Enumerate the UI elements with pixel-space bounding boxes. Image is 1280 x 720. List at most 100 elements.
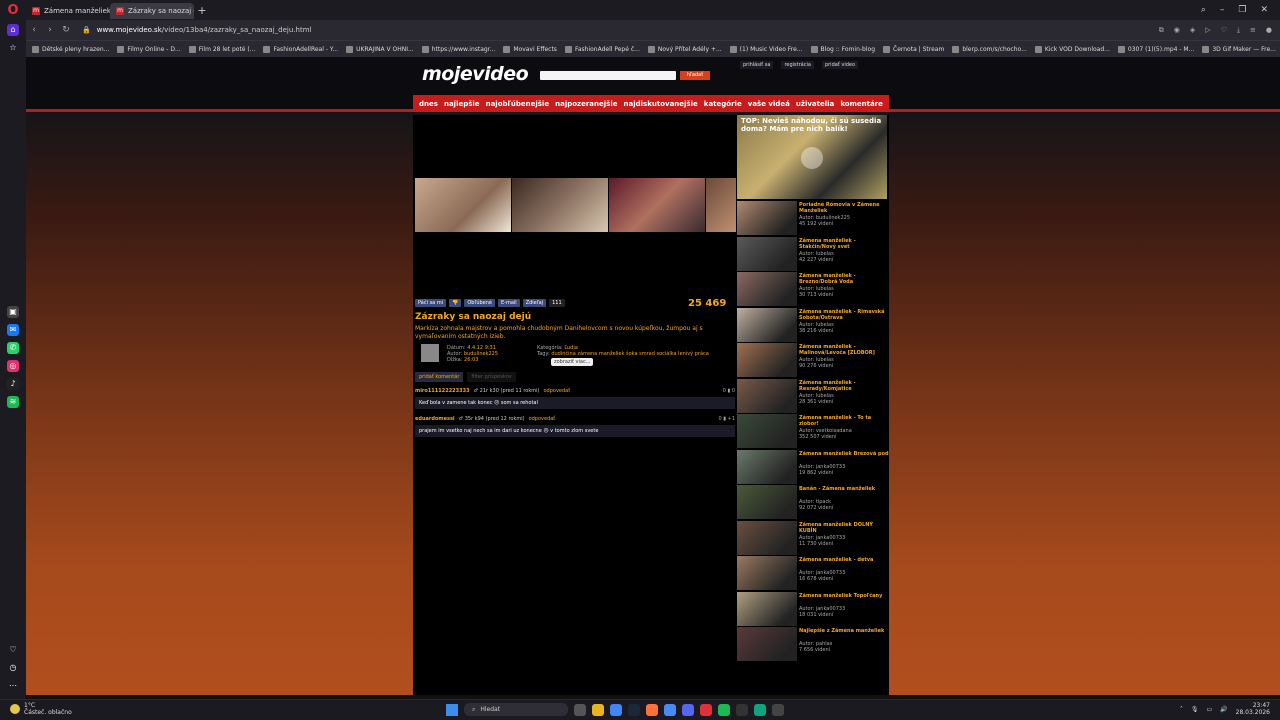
heart-icon[interactable]: ♡ (7, 644, 19, 656)
chrome-icon[interactable] (610, 703, 622, 716)
filter-comments-tab[interactable]: filter príspevkov (467, 372, 516, 382)
email-button[interactable]: E-mail (498, 299, 520, 307)
search-icon[interactable]: ⌕ (1201, 5, 1206, 15)
whatsapp-icon[interactable]: ✆ (7, 342, 19, 354)
messenger-icon[interactable]: ✉ (7, 324, 19, 336)
related-thumbnail[interactable] (737, 520, 797, 555)
opera-logo-icon[interactable]: O (0, 0, 26, 20)
bookmark-item[interactable]: Filmy Online - D... (117, 45, 181, 53)
avatar[interactable] (421, 344, 439, 362)
related-video[interactable]: Banán - Zámena manželiek Autor: tipack 92 … (737, 485, 889, 519)
bookmark-item[interactable]: Blog :: Fomin-blog (810, 45, 875, 53)
related-thumbnail[interactable] (737, 236, 797, 271)
related-title[interactable]: Zámena manželiek - Malinová/Levoča [ZLOB… (799, 344, 889, 356)
related-thumbnail[interactable] (737, 272, 797, 306)
more-icon[interactable]: ⋯ (7, 680, 19, 692)
firefox-icon[interactable] (646, 703, 658, 716)
volume-icon[interactable]: 🔊 (1220, 706, 1227, 713)
history-icon[interactable]: ◷ (7, 662, 19, 674)
related-title[interactable]: Zámena manželiek - Rimavská Sobota/Ostra… (799, 309, 889, 321)
nav-your-videos[interactable]: vaše videá (748, 100, 790, 108)
play-icon[interactable]: ▷ (1205, 26, 1210, 35)
related-thumbnail[interactable] (737, 343, 797, 377)
related-title[interactable]: Zámena manželiek - Resrady/Komjatice (799, 380, 889, 392)
bookmark-item[interactable]: (1) Music Video Fre... (729, 45, 803, 53)
bookmark-item[interactable]: FashionAdell Pepé č... (564, 45, 640, 53)
related-title[interactable]: Najlepšie z Zámena manželiek (799, 628, 889, 634)
related-title[interactable]: Zámena manželiek - Brezno/Dobrá Voda (799, 273, 889, 285)
related-video[interactable]: Zámena manželiek - Rimavská Sobota/Ostra… (737, 307, 889, 342)
dislike-button[interactable]: 👎 (449, 299, 462, 307)
nav-most-viewed[interactable]: najpozeranejšie (555, 100, 617, 108)
search-button[interactable]: hľadať (680, 71, 710, 80)
related-thumbnail[interactable] (737, 485, 797, 519)
related-video[interactable]: Zámena manželiek - detva Autor: janka0073… (737, 556, 889, 590)
related-title[interactable]: Zámena manželiek Topoľčany (799, 593, 889, 599)
bookmark-item[interactable]: Movavi Effects (503, 45, 557, 53)
spotify-icon[interactable] (718, 703, 730, 716)
screenshot-icon[interactable]: ⧉ (1159, 26, 1164, 35)
menu-icon[interactable]: ≡ (1250, 26, 1256, 35)
related-thumbnail[interactable] (737, 556, 797, 590)
tags-links[interactable]: dudinčina zámena manželiek šoka smrad so… (551, 351, 708, 357)
taskbar-search[interactable]: ⌕ Hledat (464, 703, 568, 716)
extensions-icon[interactable]: ◈ (1190, 26, 1195, 35)
tiktok-icon[interactable]: ♪ (7, 378, 19, 390)
video-player[interactable] (413, 115, 736, 295)
related-thumbnail[interactable] (737, 627, 797, 661)
related-video[interactable]: Poriadné Rómovia v Zámene Manželiek Autor… (737, 201, 889, 235)
nav-categories[interactable]: kategórie (704, 100, 742, 108)
nav-today[interactable]: dnes (419, 100, 438, 108)
play-icon[interactable] (801, 147, 823, 169)
app-icon[interactable] (736, 703, 748, 716)
related-thumbnail[interactable] (737, 201, 797, 235)
reply-link[interactable]: odpovedať (529, 416, 556, 422)
chatgpt-icon[interactable] (754, 703, 766, 716)
bookmark-item[interactable]: FashionAdellReal - Y... (263, 45, 338, 53)
comment-user[interactable]: eduardomessi (415, 416, 455, 422)
related-video[interactable]: Zámena manželiek Topoľčany Autor: janka00… (737, 591, 889, 626)
bookmark-item[interactable]: Nový Přítel Adély +... (647, 45, 722, 53)
mic-icon[interactable]: 🎙 (1191, 706, 1199, 713)
reply-link[interactable]: odpovedať (543, 388, 570, 394)
related-title[interactable]: Banán - Zámena manželiek (799, 486, 889, 492)
extension-icon[interactable]: ▣ (7, 306, 19, 318)
related-video[interactable]: Zámena manželiek - Stakčín/Nový svet Auto… (737, 236, 889, 271)
file-explorer-icon[interactable] (592, 703, 604, 716)
reload-icon[interactable]: ↻ (58, 25, 74, 35)
discord-icon[interactable] (682, 703, 694, 716)
bookmark-item[interactable]: blerp.com/s/chocho... (952, 45, 1027, 53)
related-thumbnail[interactable] (737, 307, 797, 342)
minimize-button[interactable]: – (1220, 5, 1225, 15)
share-button[interactable]: Zdieľaj (522, 299, 547, 307)
related-video[interactable]: Zámena manželiek - Resrady/Komjatice Auto… (737, 378, 889, 413)
bookmark-item[interactable]: UKRAJINA V OHNI... (346, 45, 414, 53)
bookmark-item[interactable]: Kick VOD Download... (1034, 45, 1110, 53)
comment-votes[interactable]: 0 ▮ +1 (719, 416, 735, 422)
star-icon[interactable]: ☆ (7, 42, 19, 54)
back-icon[interactable]: ‹ (26, 25, 42, 35)
bookmark-item[interactable]: 3D Gif Maker — Fre... (1202, 45, 1276, 53)
comment-user[interactable]: miro111122223333 (415, 388, 470, 394)
register-link[interactable]: registrácia (781, 61, 814, 69)
download-icon[interactable]: ⤓ (1237, 26, 1240, 35)
clock[interactable]: 23:47 28.03.2026 (1236, 702, 1270, 716)
related-title[interactable]: Zámena manželiek - detva (799, 557, 889, 563)
tab-2[interactable]: m Zázraky sa naozaj dejú - I × (110, 3, 194, 19)
url-field[interactable]: 🔒 www.mojevideo.sk/video/13ba4/zazraky_s… (82, 26, 311, 34)
related-title[interactable]: Poriadné Rómovia v Zámene Manželiek (799, 202, 889, 214)
related-title[interactable]: Zámena manželiek Brezová pod (799, 451, 889, 457)
top-video-thumbnail[interactable]: TOP: Nevieš náhodou, či sú susedia doma?… (737, 115, 887, 199)
opera-icon[interactable] (700, 703, 712, 716)
related-thumbnail[interactable] (737, 414, 797, 448)
add-video-link[interactable]: pridať video (821, 61, 859, 69)
nav-most-discussed[interactable]: najdiskutovanejšie (624, 100, 698, 108)
spotify-icon[interactable]: ≋ (7, 396, 19, 408)
maximize-button[interactable]: ❐ (1238, 5, 1246, 15)
task-view-icon[interactable] (574, 703, 586, 716)
profile-icon[interactable]: ● (1266, 26, 1272, 35)
home-icon[interactable]: ⌂ (7, 24, 19, 36)
nav-comments[interactable]: komentáre (840, 100, 883, 108)
related-video[interactable]: Zámena manželiek - Malinová/Levoča [ZLOB… (737, 343, 889, 377)
bookmark-item[interactable]: https://www.instagr... (421, 45, 495, 53)
